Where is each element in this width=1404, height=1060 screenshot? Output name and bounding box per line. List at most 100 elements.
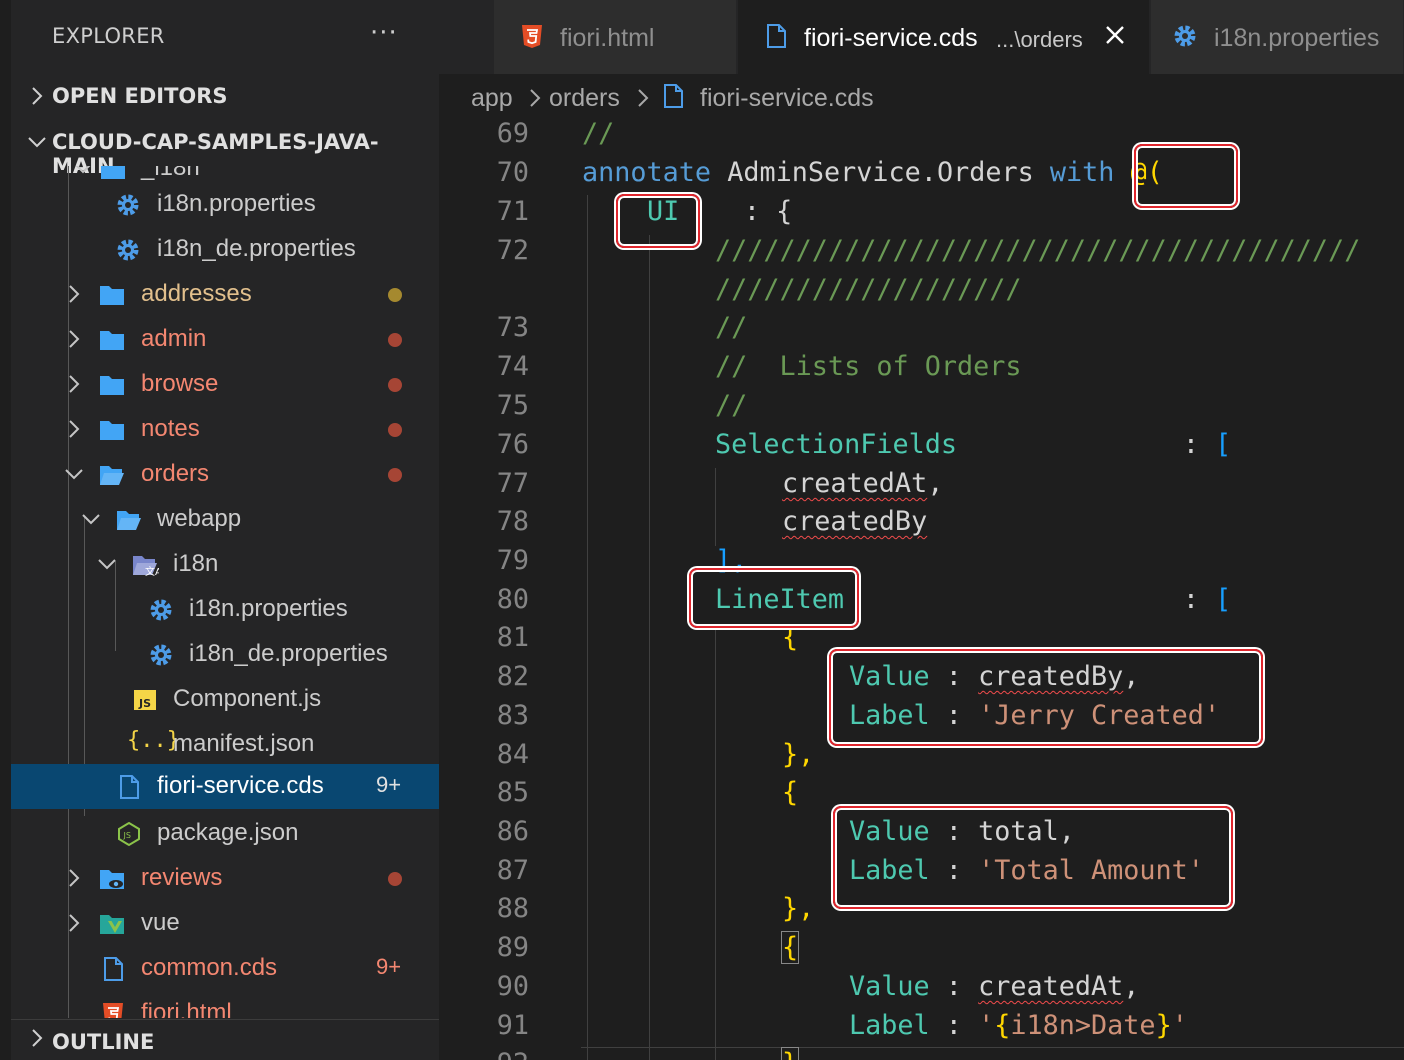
open-editors-section[interactable]: OPEN EDITORS	[11, 74, 439, 120]
tree-item-label: package.json	[157, 819, 299, 846]
line-number: 79	[496, 545, 529, 576]
tree-item-admin[interactable]: admin	[11, 317, 439, 362]
tree-item-common-cds[interactable]: common.cds 9+	[11, 946, 439, 991]
gear-icon	[150, 599, 172, 621]
tree-item-label: i18n_de.properties	[157, 235, 356, 262]
colon: :	[929, 1010, 979, 1041]
chevron-right-icon	[69, 330, 80, 348]
indent-guide	[715, 468, 716, 546]
folder-icon	[100, 286, 124, 305]
tree-item-browse[interactable]: browse	[11, 362, 439, 407]
tree-item-i18n-de-properties[interactable]: i18n_de.properties	[11, 632, 439, 677]
error-indicator	[388, 378, 402, 392]
comment: ///////////////////	[715, 274, 1022, 305]
nodejs-icon: JS	[118, 821, 140, 847]
comment: //	[582, 120, 615, 149]
folder-view-icon	[100, 870, 124, 889]
keyword-with: with	[1049, 157, 1115, 188]
highlight-total-amount	[833, 806, 1233, 909]
tree-item-label: manifest.json	[173, 730, 315, 757]
chevron-right-icon	[530, 89, 541, 107]
code-line-77: createdAt,	[782, 464, 943, 503]
breadcrumb-orders[interactable]: orders	[549, 84, 620, 113]
tree-item-i18n[interactable]: 文A i18n	[11, 542, 439, 587]
tree-item-package-json[interactable]: JS package.json	[11, 811, 439, 856]
tree-item-reviews[interactable]: reviews	[11, 856, 439, 901]
indent-guide	[649, 235, 650, 1060]
svg-text:JS: JS	[138, 697, 151, 710]
comma: ,	[1123, 971, 1140, 1002]
tree-item-i18n-de-properties[interactable]: i18n_de.properties	[11, 227, 439, 272]
tree-item-label: _i18n	[141, 166, 200, 181]
tree-item-label: addresses	[141, 280, 252, 307]
tree-item-notes[interactable]: notes	[11, 407, 439, 452]
brace-open-matched: {	[780, 931, 800, 964]
string-quote: '	[978, 1010, 995, 1041]
keyword-annotate: annotate	[582, 157, 712, 188]
explorer-title: EXPLORER	[52, 24, 165, 48]
tree-item-label: admin	[141, 325, 207, 352]
gear-icon	[150, 644, 172, 666]
line-number: 75	[496, 390, 529, 421]
breadcrumb-app[interactable]: app	[471, 84, 513, 113]
outline-section[interactable]: OUTLINE	[11, 1019, 439, 1060]
tree-item-manifest-json[interactable]: {..} manifest.json	[11, 722, 439, 767]
line-number: 74	[496, 351, 529, 382]
tree-item-fiori-service-cds[interactable]: fiori-service.cds 9+	[11, 764, 439, 809]
highlight-annotation-open	[1134, 144, 1238, 208]
line-number: 90	[496, 971, 529, 1002]
line-number: 87	[496, 855, 529, 886]
tree-item-fiori-html[interactable]: fiori.html	[11, 991, 439, 1018]
tree-item-i18n-properties[interactable]: i18n.properties	[11, 587, 439, 632]
error-indicator	[388, 872, 402, 886]
brace-close: }	[1155, 1010, 1172, 1041]
field-created-at: createdAt	[782, 468, 928, 499]
colon: :	[844, 584, 1216, 615]
tree-item-addresses[interactable]: addresses	[11, 272, 439, 317]
chevron-right-icon	[69, 375, 80, 393]
folder-open-icon	[101, 166, 125, 179]
breadcrumb-file[interactable]: fiori-service.cds	[700, 84, 874, 113]
code-line-76: SelectionFields : [	[715, 425, 1231, 464]
highlight-jerry-created	[829, 649, 1263, 746]
json-file-icon: {..}	[127, 728, 180, 753]
file-icon	[104, 957, 123, 981]
line-number: 91	[496, 1010, 529, 1041]
project-section[interactable]: CLOUD-CAP-SAMPLES-JAVA-MAIN	[11, 120, 439, 178]
bracket-open: [	[1215, 429, 1232, 460]
line-number: 77	[496, 468, 529, 499]
chevron-down-icon	[98, 559, 116, 570]
code-line-85: {	[782, 773, 798, 812]
file-icon	[120, 775, 139, 799]
close-icon[interactable]	[1102, 22, 1128, 48]
more-actions-icon[interactable]: ···	[370, 18, 398, 48]
tab-i18n-properties[interactable]: i18n.properties	[1151, 0, 1404, 74]
tree-item-orders[interactable]: orders	[11, 452, 439, 497]
brace-close: },	[782, 739, 815, 770]
tab-label: fiori.html	[560, 24, 655, 52]
translate-folder-icon: 文A	[133, 556, 159, 578]
error-indicator	[388, 333, 402, 347]
chevron-right-icon	[638, 89, 649, 107]
html5-icon	[103, 1003, 123, 1018]
tree-item-vue[interactable]: vue	[11, 901, 439, 946]
tree-item-component-js[interactable]: JS Component.js	[11, 677, 439, 722]
tree-item-label: notes	[141, 415, 200, 442]
tree-item-i18n-properties[interactable]: i18n.properties	[11, 182, 439, 227]
code-editor[interactable]: 69 70 71 72 73 74 75 76 77 78 79 80 81 8…	[439, 120, 1404, 1060]
error-indicator	[388, 468, 402, 482]
tree-item-label: vue	[141, 909, 180, 936]
tab-fiori-html[interactable]: fiori.html	[494, 0, 737, 74]
tab-label: i18n.properties	[1214, 24, 1380, 52]
selection-fields: SelectionFields	[715, 429, 957, 460]
tree-item-label: fiori-service.cds	[157, 772, 324, 799]
tree-item-label: i18n	[173, 550, 219, 577]
tab-fiori-service-cds[interactable]: fiori-service.cds ...\orders	[738, 0, 1150, 74]
line-number: 76	[496, 429, 529, 460]
tree-item-webapp[interactable]: webapp	[11, 497, 439, 542]
current-line-border	[581, 1047, 1404, 1048]
comment: // Lists of Orders	[715, 351, 1022, 382]
chevron-right-icon	[32, 87, 43, 105]
folder-icon	[100, 421, 124, 440]
tree-item-label: orders	[141, 460, 210, 487]
